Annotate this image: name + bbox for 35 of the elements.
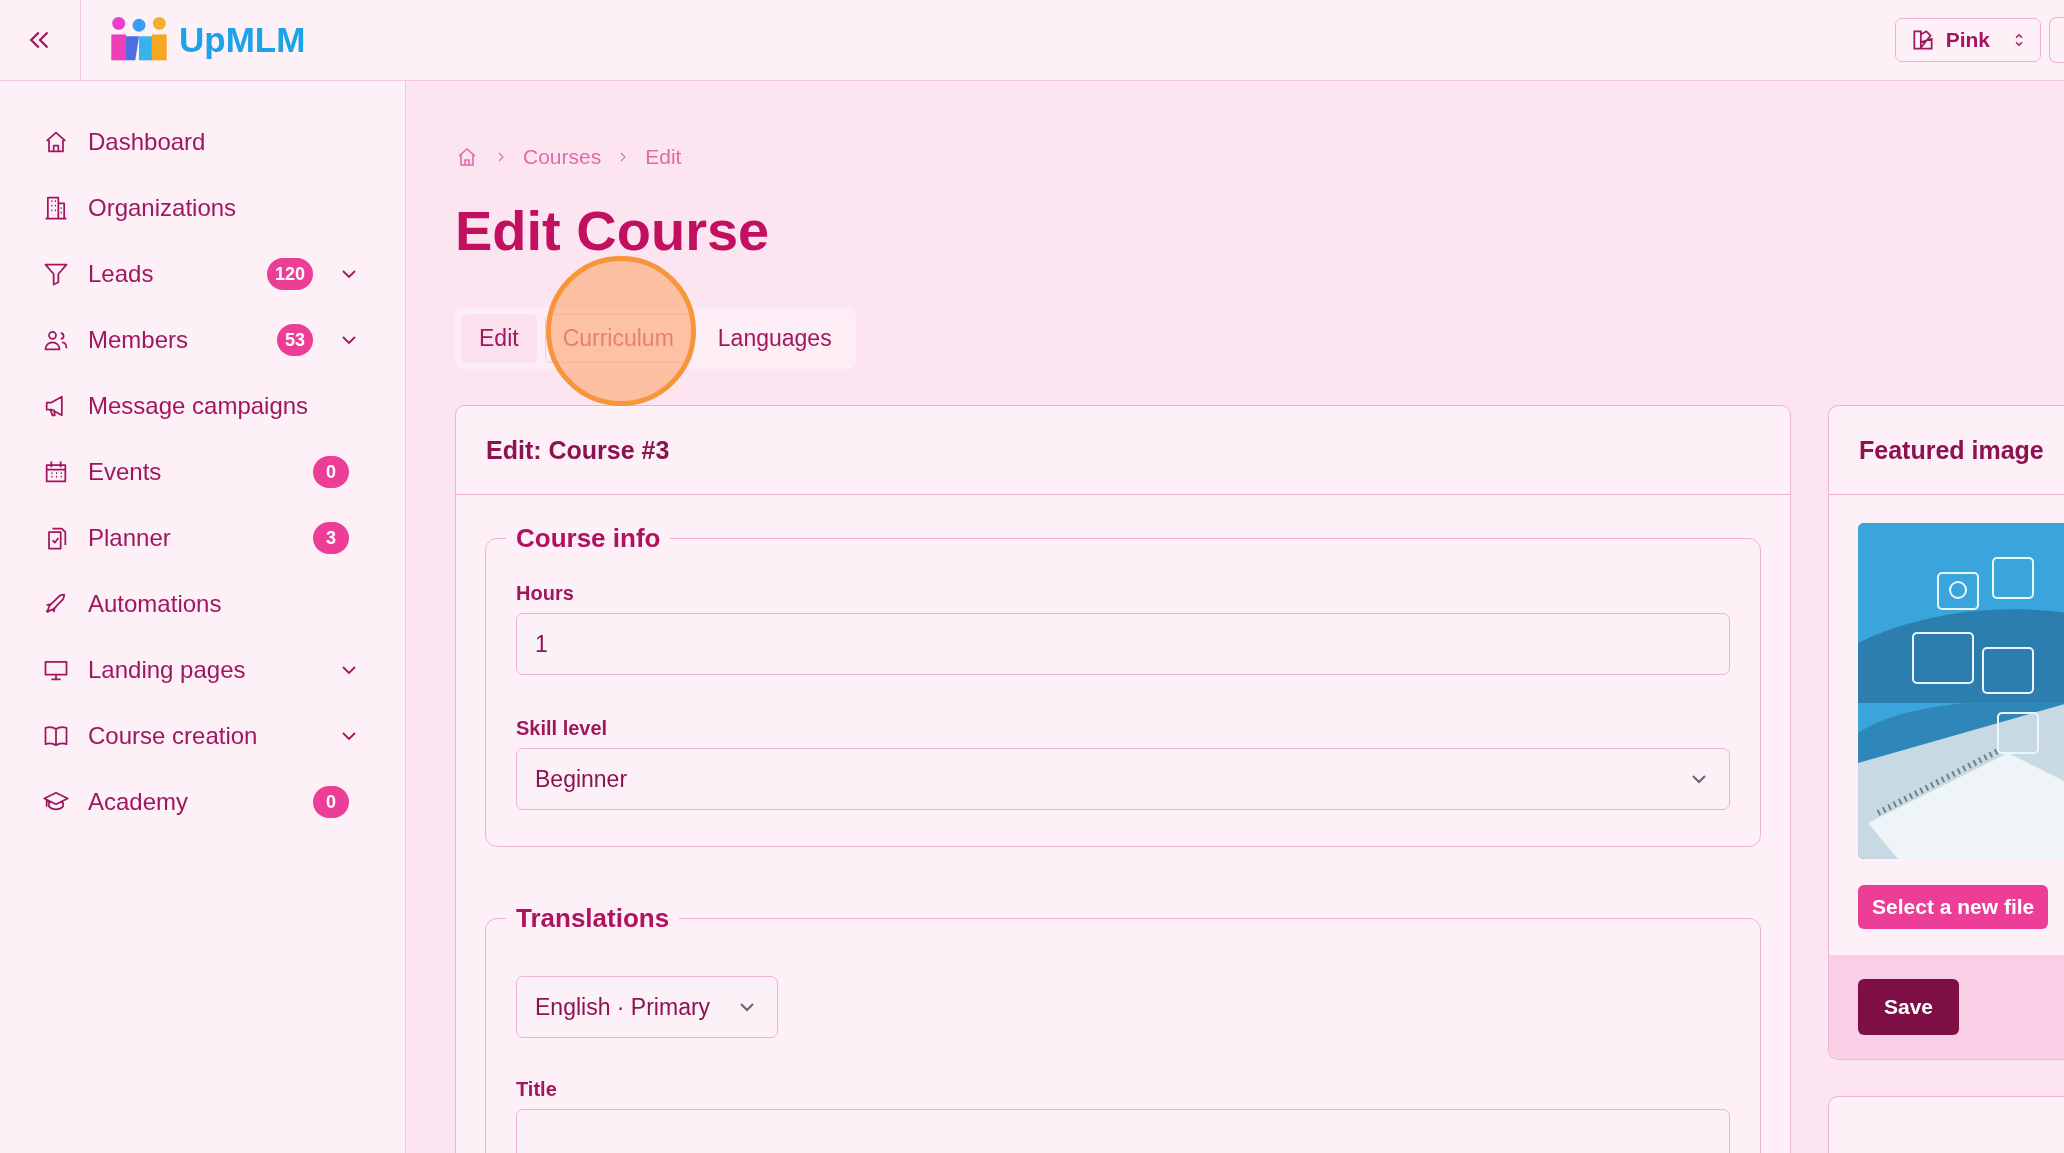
- sidebar-item[interactable]: Message campaigns: [42, 373, 361, 439]
- sidebar-item[interactable]: Planner 3: [42, 505, 361, 571]
- sidebar-item[interactable]: Events 0: [42, 439, 361, 505]
- count-badge: 120: [266, 258, 313, 290]
- count-badge: 3: [313, 522, 349, 554]
- sidebar-item[interactable]: Organizations: [42, 175, 361, 241]
- count-badge: 0: [313, 456, 349, 488]
- save-button[interactable]: Save: [1858, 979, 1960, 1036]
- input-field[interactable]: [516, 1109, 1730, 1153]
- sidebar-item[interactable]: Academy 0: [42, 769, 361, 835]
- theme-selector[interactable]: Pink: [1894, 18, 2041, 62]
- field-label: Hours: [516, 582, 575, 606]
- card-title: Featured image: [1859, 435, 2044, 465]
- sidebar-item[interactable]: Automations: [42, 571, 361, 637]
- card-title: Edit: Course #3: [486, 435, 670, 465]
- sidebar-item[interactable]: Landing pages: [42, 637, 361, 703]
- section-legend: Translations: [506, 903, 680, 935]
- page-title: Edit Course: [455, 198, 771, 264]
- tab[interactable]: Edit: [461, 314, 537, 364]
- tab[interactable]: Languages: [699, 314, 850, 364]
- count-badge: 0: [313, 786, 349, 818]
- sidebar-item[interactable]: Course creation: [42, 703, 361, 769]
- language-select[interactable]: English · Primary: [516, 976, 778, 1039]
- field-label: Title: [516, 1078, 558, 1102]
- section-legend: Course info: [506, 523, 671, 555]
- field-label: Skill level: [516, 717, 609, 741]
- brand-name: UpMLM: [179, 20, 306, 60]
- select-file-button[interactable]: Select a new file: [1858, 885, 2049, 930]
- header-button[interactable]: [2049, 17, 2064, 63]
- input-field[interactable]: 1: [516, 613, 1730, 676]
- sidebar-item[interactable]: Dashboard: [42, 109, 361, 175]
- select-field[interactable]: Beginner: [516, 748, 1730, 811]
- sidebar-item[interactable]: Members 53: [42, 307, 361, 373]
- count-badge: 53: [276, 324, 313, 356]
- sidebar-item[interactable]: Leads 120: [42, 241, 361, 307]
